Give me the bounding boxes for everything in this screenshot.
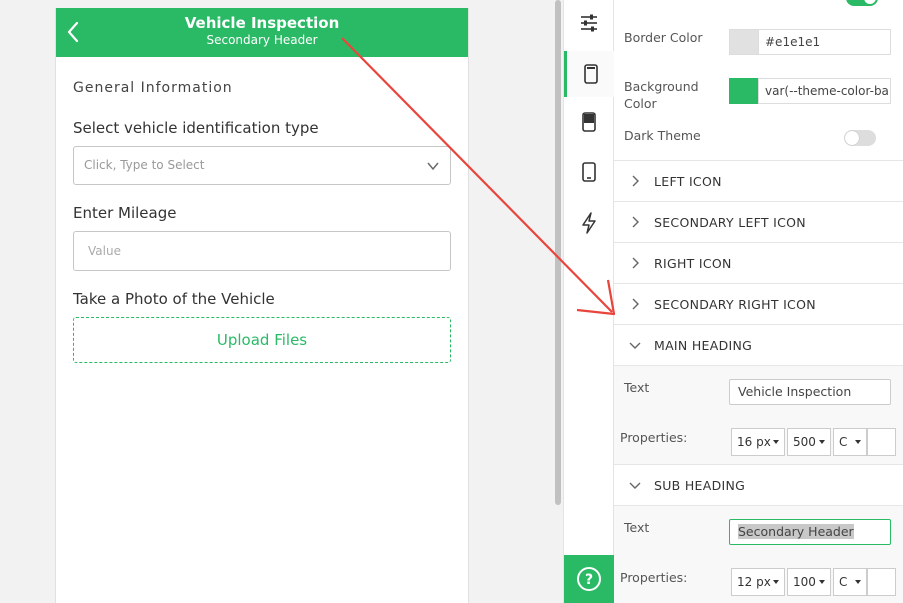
rail-mobile-button[interactable] xyxy=(564,149,614,195)
vehicle-id-select[interactable]: Click, Type to Select xyxy=(73,146,451,185)
chevron-right-icon xyxy=(632,175,639,187)
chevron-right-icon xyxy=(632,257,639,269)
sliders-icon xyxy=(581,14,597,32)
help-button[interactable]: ? xyxy=(564,555,614,603)
background-color-input[interactable]: var(--theme-color-ba xyxy=(758,78,891,104)
main-heading-text-label: Text xyxy=(624,380,650,395)
main-heading-align-select[interactable]: C xyxy=(833,428,867,456)
section-title: General Information xyxy=(73,80,233,96)
properties-panel: Border Color #e1e1e1 Background Color va… xyxy=(614,0,903,603)
rail-header-button[interactable] xyxy=(564,99,614,145)
main-heading-align-value: C xyxy=(839,435,848,449)
rail-settings-button[interactable] xyxy=(564,0,614,46)
phone-header-icon xyxy=(582,112,596,132)
section-secondary-right-icon-label: SECONDARY RIGHT ICON xyxy=(654,297,816,312)
mobile-icon xyxy=(582,162,596,182)
main-heading-weight-value: 500 xyxy=(793,435,816,449)
chevron-right-icon xyxy=(632,216,639,228)
upload-files-button[interactable]: Upload Files xyxy=(73,317,451,363)
section-right-icon[interactable]: RIGHT ICON xyxy=(614,242,903,283)
mileage-field-wrapper xyxy=(73,231,451,271)
border-color-label: Border Color xyxy=(624,30,703,45)
main-heading-weight-select[interactable]: 500 xyxy=(787,428,831,456)
chevron-down-icon xyxy=(427,162,439,171)
border-color-input[interactable]: #e1e1e1 xyxy=(758,29,891,55)
main-heading-size-select[interactable]: 16 px xyxy=(731,428,785,456)
background-color-label: Background Color xyxy=(624,79,699,111)
main-heading-properties-label: Properties: xyxy=(620,430,688,445)
back-chevron-icon[interactable] xyxy=(66,20,80,44)
sub-heading-size-value: 12 px xyxy=(737,575,771,589)
section-left-icon-label: LEFT ICON xyxy=(654,174,722,189)
sub-heading-properties-label: Properties: xyxy=(620,570,688,585)
dark-theme-label: Dark Theme xyxy=(624,128,701,143)
icon-rail: ? xyxy=(563,0,614,603)
section-sub-heading[interactable]: SUB HEADING xyxy=(614,464,903,505)
main-heading-text-input[interactable]: Vehicle Inspection xyxy=(729,379,891,405)
background-color-swatch[interactable] xyxy=(729,78,759,104)
section-main-heading-label: MAIN HEADING xyxy=(654,338,753,353)
sub-heading-color-select[interactable] xyxy=(867,568,896,596)
dark-theme-toggle[interactable] xyxy=(844,130,876,146)
sub-heading-text-label: Text xyxy=(624,520,650,535)
section-main-heading[interactable]: MAIN HEADING xyxy=(614,324,903,365)
chevron-right-icon xyxy=(632,298,639,310)
chevron-down-icon xyxy=(629,482,641,489)
help-glyph: ? xyxy=(585,572,593,588)
header-title: Vehicle Inspection xyxy=(184,14,340,32)
mileage-input[interactable] xyxy=(74,232,450,270)
chevron-down-icon xyxy=(629,342,641,349)
section-right-icon-label: RIGHT ICON xyxy=(654,256,732,271)
section-left-icon[interactable]: LEFT ICON xyxy=(614,160,903,201)
phone-screen-icon xyxy=(583,64,598,84)
sub-heading-text-value: Secondary Header xyxy=(738,524,854,539)
sub-heading-weight-select[interactable]: 100 xyxy=(787,568,831,596)
sub-heading-text-input[interactable]: Secondary Header xyxy=(729,519,891,545)
mileage-label: Enter Mileage xyxy=(73,204,177,222)
sub-heading-align-select[interactable]: C xyxy=(833,568,867,596)
sub-heading-body: Text Secondary Header Properties: 12 px … xyxy=(614,505,903,603)
lightning-icon xyxy=(582,212,596,234)
section-secondary-left-icon-label: SECONDARY LEFT ICON xyxy=(654,215,806,230)
main-heading-color-select[interactable] xyxy=(867,428,896,456)
rail-actions-button[interactable] xyxy=(564,200,614,246)
sub-heading-weight-value: 100 xyxy=(793,575,816,589)
section-secondary-left-icon[interactable]: SECONDARY LEFT ICON xyxy=(614,201,903,242)
section-sub-heading-label: SUB HEADING xyxy=(654,478,746,493)
phone-preview: Vehicle Inspection Secondary Header Gene… xyxy=(55,8,469,603)
sub-heading-align-value: C xyxy=(839,575,848,589)
main-heading-body: Text Vehicle Inspection Properties: 16 p… xyxy=(614,365,903,465)
section-secondary-right-icon[interactable]: SECONDARY RIGHT ICON xyxy=(614,283,903,324)
preview-scrollbar[interactable] xyxy=(555,0,561,505)
vehicle-id-placeholder: Click, Type to Select xyxy=(84,158,205,172)
vehicle-id-label: Select vehicle identification type xyxy=(73,119,319,137)
rail-screen-button[interactable] xyxy=(564,51,614,97)
top-toggle[interactable] xyxy=(846,0,878,6)
header-subtitle: Secondary Header xyxy=(206,33,318,47)
photo-label: Take a Photo of the Vehicle xyxy=(73,290,275,308)
main-heading-size-value: 16 px xyxy=(737,435,771,449)
border-color-swatch[interactable] xyxy=(729,29,759,55)
help-icon: ? xyxy=(577,567,601,591)
app-header[interactable]: Vehicle Inspection Secondary Header xyxy=(56,8,468,57)
sub-heading-size-select[interactable]: 12 px xyxy=(731,568,785,596)
